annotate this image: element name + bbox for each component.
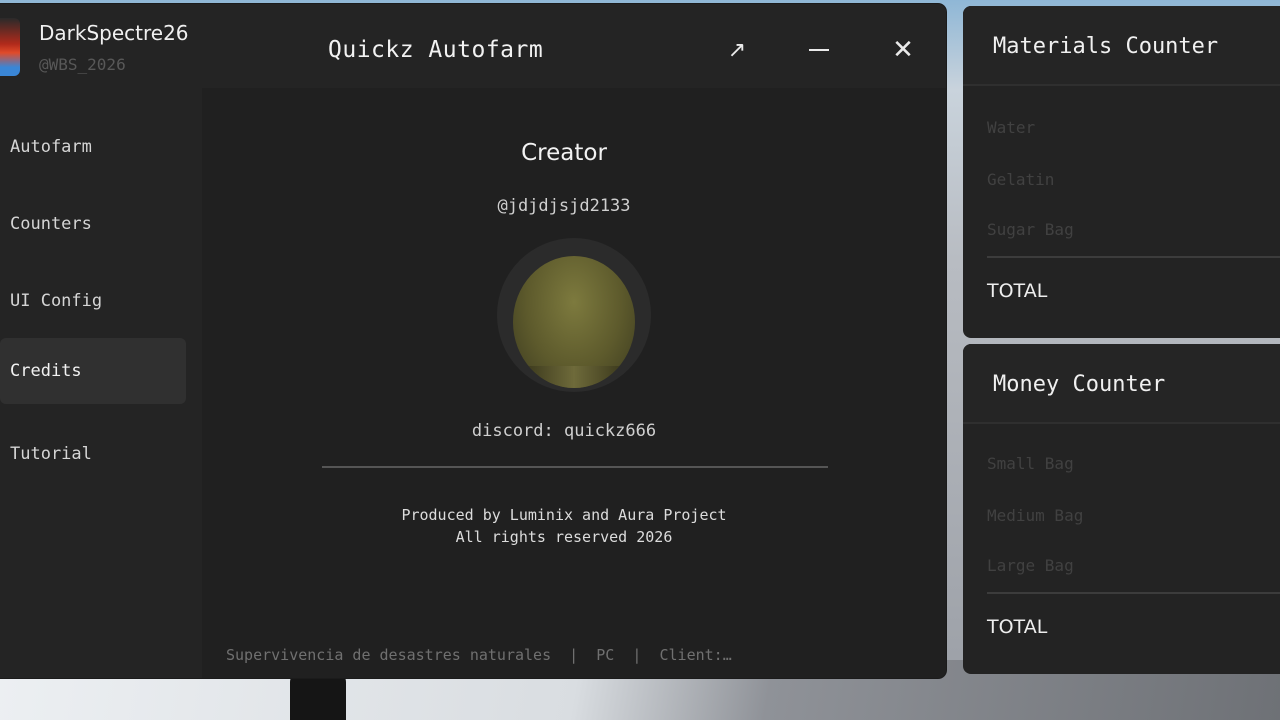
window-title: Quickz Autofarm <box>328 37 544 63</box>
sidebar-item-label: Tutorial <box>10 444 92 464</box>
counter-row-medium-bag: Medium Bag <box>987 506 1084 525</box>
panel-title: Materials Counter <box>993 34 1219 59</box>
sidebar-item-credits[interactable]: Credits <box>0 338 186 404</box>
counter-total: TOTAL <box>987 616 1048 638</box>
panel-title: Money Counter <box>993 372 1166 397</box>
counter-total: TOTAL <box>987 280 1048 302</box>
sidebar-item-label: Counters <box>10 214 92 234</box>
expand-button[interactable]: ↗ <box>719 32 755 68</box>
autofarm-window: DarkSpectre26 @WBS_2026 Quickz Autofarm … <box>0 4 946 678</box>
expand-icon: ↗ <box>727 37 747 63</box>
divider <box>987 592 1280 594</box>
creator-discord: discord: quickz666 <box>471 421 657 441</box>
materials-counter-panel: Materials Counter Water Gelatin Sugar Ba… <box>963 6 1280 338</box>
close-icon: ✕ <box>892 35 914 65</box>
money-counter-panel: Money Counter Small Bag Medium Bag Large… <box>963 344 1280 674</box>
counter-row-water: Water <box>987 118 1036 137</box>
sidebar-item-tutorial[interactable]: Tutorial <box>0 421 186 487</box>
page-title: Creator <box>521 140 607 166</box>
divider <box>322 466 828 468</box>
game-character <box>290 672 346 720</box>
creator-avatar <box>513 256 635 388</box>
panel-header[interactable]: Materials Counter <box>963 6 1280 86</box>
user-display-name: DarkSpectre26 <box>39 21 189 45</box>
credits-page: Creator @jdjdjsjd2133 discord: quickz666… <box>202 88 946 678</box>
user-handle: @WBS_2026 <box>39 55 126 74</box>
rights-text: All rights reserved 2026 <box>455 528 673 546</box>
sidebar-item-counters[interactable]: Counters <box>0 191 186 257</box>
status-footer: Supervivencia de desastres naturales | P… <box>226 646 732 664</box>
sidebar-item-label: Autofarm <box>10 137 92 157</box>
divider <box>987 256 1280 258</box>
produced-by-text: Produced by Luminix and Aura Project <box>401 506 727 524</box>
minimize-icon <box>809 49 829 51</box>
sidebar-item-ui-config[interactable]: UI Config <box>0 268 186 334</box>
close-button[interactable]: ✕ <box>885 32 921 68</box>
creator-avatar-frame <box>497 238 651 392</box>
counter-row-large-bag: Large Bag <box>987 556 1074 575</box>
sidebar-item-label: UI Config <box>10 291 103 311</box>
minimize-button[interactable] <box>801 32 837 68</box>
counter-row-small-bag: Small Bag <box>987 454 1074 473</box>
creator-handle: @jdjdjsjd2133 <box>497 196 631 216</box>
window-titlebar[interactable]: DarkSpectre26 @WBS_2026 Quickz Autofarm … <box>0 4 946 88</box>
sidebar-item-autofarm[interactable]: Autofarm <box>0 114 186 180</box>
sidebar: Autofarm Counters UI Config Credits Tuto… <box>0 88 202 678</box>
panel-header[interactable]: Money Counter <box>963 344 1280 424</box>
sidebar-item-label: Credits <box>10 361 82 381</box>
counter-row-gelatin: Gelatin <box>987 170 1055 189</box>
user-avatar <box>0 18 20 76</box>
counter-row-sugar-bag: Sugar Bag <box>987 220 1074 239</box>
